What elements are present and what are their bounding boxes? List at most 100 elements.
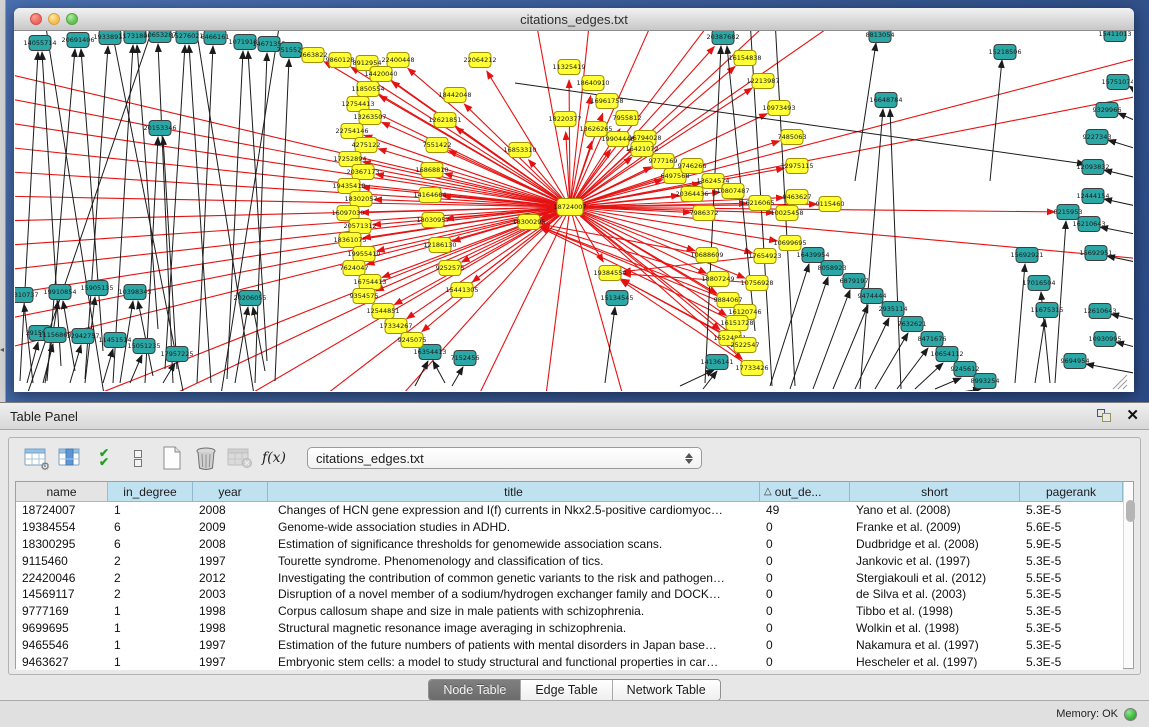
select-all-icon[interactable]: ✔✔ [89, 443, 119, 473]
close-icon[interactable]: ✕ [1126, 409, 1139, 423]
graph-node[interactable]: 15051235 [127, 339, 160, 354]
column-header-pagerank[interactable]: pagerank [1020, 482, 1123, 502]
graph-node[interactable]: 12444154 [1076, 189, 1109, 204]
column-header-out_degree[interactable]: △out_de... [760, 482, 850, 502]
table-row[interactable]: 1872400712008Changes of HCN gene express… [16, 502, 1123, 519]
tab-edge-table[interactable]: Edge Table [521, 680, 612, 700]
table-row[interactable]: 911546021997Tourette syndrome. Phenomeno… [16, 552, 1123, 569]
graph-node[interactable]: 2935114 [879, 302, 908, 317]
new-file-icon[interactable] [157, 443, 187, 473]
graph-node[interactable]: 7663822 [299, 48, 328, 63]
tab-node-table[interactable]: Node Table [429, 680, 521, 700]
column-header-in_degree[interactable]: in_degree [108, 482, 193, 502]
graph-node[interactable]: 18807249 [701, 272, 734, 287]
graph-node[interactable]: 14055714 [23, 36, 56, 51]
graph-node[interactable]: 8813054 [866, 31, 895, 43]
graph-node[interactable]: 10756928 [740, 276, 773, 291]
graph-node[interactable]: 10025458 [770, 206, 803, 221]
graph-node[interactable]: 20364436 [675, 187, 708, 202]
graph-node[interactable]: 11675315 [1030, 303, 1063, 318]
graph-node[interactable]: 9463627 [783, 190, 812, 205]
graph-node[interactable]: 22064212 [463, 53, 496, 68]
graph-node[interactable]: 4275122 [352, 138, 381, 153]
graph-node[interactable]: 9860128 [326, 53, 355, 68]
scrollbar-thumb[interactable] [1126, 500, 1135, 522]
graph-node[interactable]: 15692951 [1079, 246, 1112, 261]
graph-node[interactable]: 9354575 [350, 289, 379, 304]
memory-status-icon[interactable] [1124, 708, 1137, 721]
table-row[interactable]: 946362711997Embryonic stem cells: a mode… [16, 653, 1123, 670]
column-header-name[interactable]: name [16, 482, 108, 502]
graph-node[interactable]: 19955410 [347, 247, 380, 262]
network-canvas[interactable]: 1405571420691406193389131173180010653287… [15, 31, 1133, 391]
graph-node[interactable]: 19384554 [593, 266, 626, 281]
graph-node[interactable]: 7986372 [690, 206, 719, 221]
graph-node[interactable]: 15751074 [1101, 75, 1133, 90]
graph-node[interactable]: 16648784 [869, 93, 902, 108]
graph-node[interactable]: 12544851 [366, 304, 399, 319]
graph-node[interactable]: 10688609 [690, 248, 723, 263]
graph-node[interactable]: 10699695 [773, 236, 806, 251]
unselect-all-icon[interactable] [123, 443, 153, 473]
graph-node[interactable]: 20387682 [706, 31, 739, 45]
graph-node[interactable]: 2522547 [731, 338, 760, 353]
graph-node[interactable]: 8215953 [1054, 205, 1083, 220]
graph-node[interactable]: 19910854 [43, 285, 76, 300]
graph-node[interactable]: 20206055 [233, 291, 266, 306]
network-window-titlebar[interactable]: citations_edges.txt [14, 8, 1134, 31]
graph-node[interactable]: 9694954 [1061, 354, 1090, 369]
graph-node[interactable]: 16961758 [590, 94, 623, 109]
graph-node[interactable]: 15218506 [988, 45, 1021, 60]
graph-node[interactable]: 7485063 [778, 130, 807, 145]
graph-node[interactable]: 9777169 [649, 154, 678, 169]
graph-node[interactable]: 7955812 [613, 111, 642, 126]
graph-node[interactable]: 11325419 [552, 60, 585, 75]
table-row[interactable]: 1456911722003Disruption of a novel membe… [16, 586, 1123, 603]
graph-node[interactable]: 16868810 [415, 163, 448, 178]
graph-node[interactable]: 6879197 [840, 274, 869, 289]
graph-node[interactable]: 17654923 [748, 249, 781, 264]
graph-node[interactable]: 7152456 [451, 351, 480, 366]
table-settings-icon[interactable]: ⚙ [21, 443, 51, 473]
graph-node[interactable]: 9245075 [398, 333, 427, 348]
graph-node[interactable]: 18640910 [576, 76, 609, 91]
delete-table-disabled-icon[interactable] [225, 443, 255, 473]
table-row[interactable]: 1938455462009Genome-wide association stu… [16, 519, 1123, 536]
graph-node[interactable]: 12093832 [1076, 160, 1109, 175]
graph-node[interactable]: 10398343 [118, 285, 151, 300]
graph-node[interactable]: 12213987 [746, 74, 779, 89]
table-row[interactable]: 1830029562008Estimation of significance … [16, 536, 1123, 553]
graph-node[interactable]: 15905135 [80, 281, 113, 296]
graph-node[interactable]: 18442048 [438, 88, 471, 103]
graph-node[interactable]: 15134545 [600, 291, 633, 306]
table-row[interactable]: 946554611997Estimation of the future num… [16, 636, 1123, 653]
vertical-scrollbar[interactable] [1123, 482, 1133, 668]
graph-node[interactable]: 7624047 [340, 261, 369, 276]
graph-node[interactable]: 6466161 [201, 31, 230, 45]
column-header-title[interactable]: title [268, 482, 760, 502]
graph-node[interactable]: 10973493 [762, 101, 795, 116]
graph-node[interactable]: 16754413 [353, 275, 386, 290]
graph-node[interactable]: 18030957 [416, 213, 449, 228]
table-selector[interactable]: citations_edges.txt [307, 447, 702, 469]
graph-node[interactable]: 10654112 [930, 347, 963, 362]
column-header-year[interactable]: year [193, 482, 268, 502]
graph-node[interactable]: 12610643 [1083, 304, 1116, 319]
graph-node[interactable]: 17733426 [735, 361, 768, 376]
column-header-short[interactable]: short [850, 482, 1020, 502]
graph-node[interactable]: 20691406 [61, 33, 94, 48]
graph-node[interactable]: 7632621 [898, 317, 927, 332]
table-row[interactable]: 969969511998Structural magnetic resonanc… [16, 620, 1123, 637]
graph-node[interactable]: 16154838 [728, 51, 761, 66]
graph-node[interactable]: 22400448 [381, 53, 414, 68]
graph-node[interactable]: 22754146 [335, 124, 368, 139]
graph-node[interactable]: 9329966 [1093, 103, 1122, 118]
graph-node[interactable]: 18724007 [553, 199, 586, 216]
graph-node[interactable]: 15411013 [1098, 31, 1131, 42]
graph-node[interactable]: 9252575 [436, 261, 465, 276]
graph-node[interactable]: 15441305 [445, 283, 478, 298]
tab-network-table[interactable]: Network Table [613, 680, 720, 700]
graph-node[interactable]: 12621851 [428, 113, 461, 128]
graph-node[interactable]: 8058923 [818, 261, 847, 276]
trash-icon[interactable] [191, 443, 221, 473]
